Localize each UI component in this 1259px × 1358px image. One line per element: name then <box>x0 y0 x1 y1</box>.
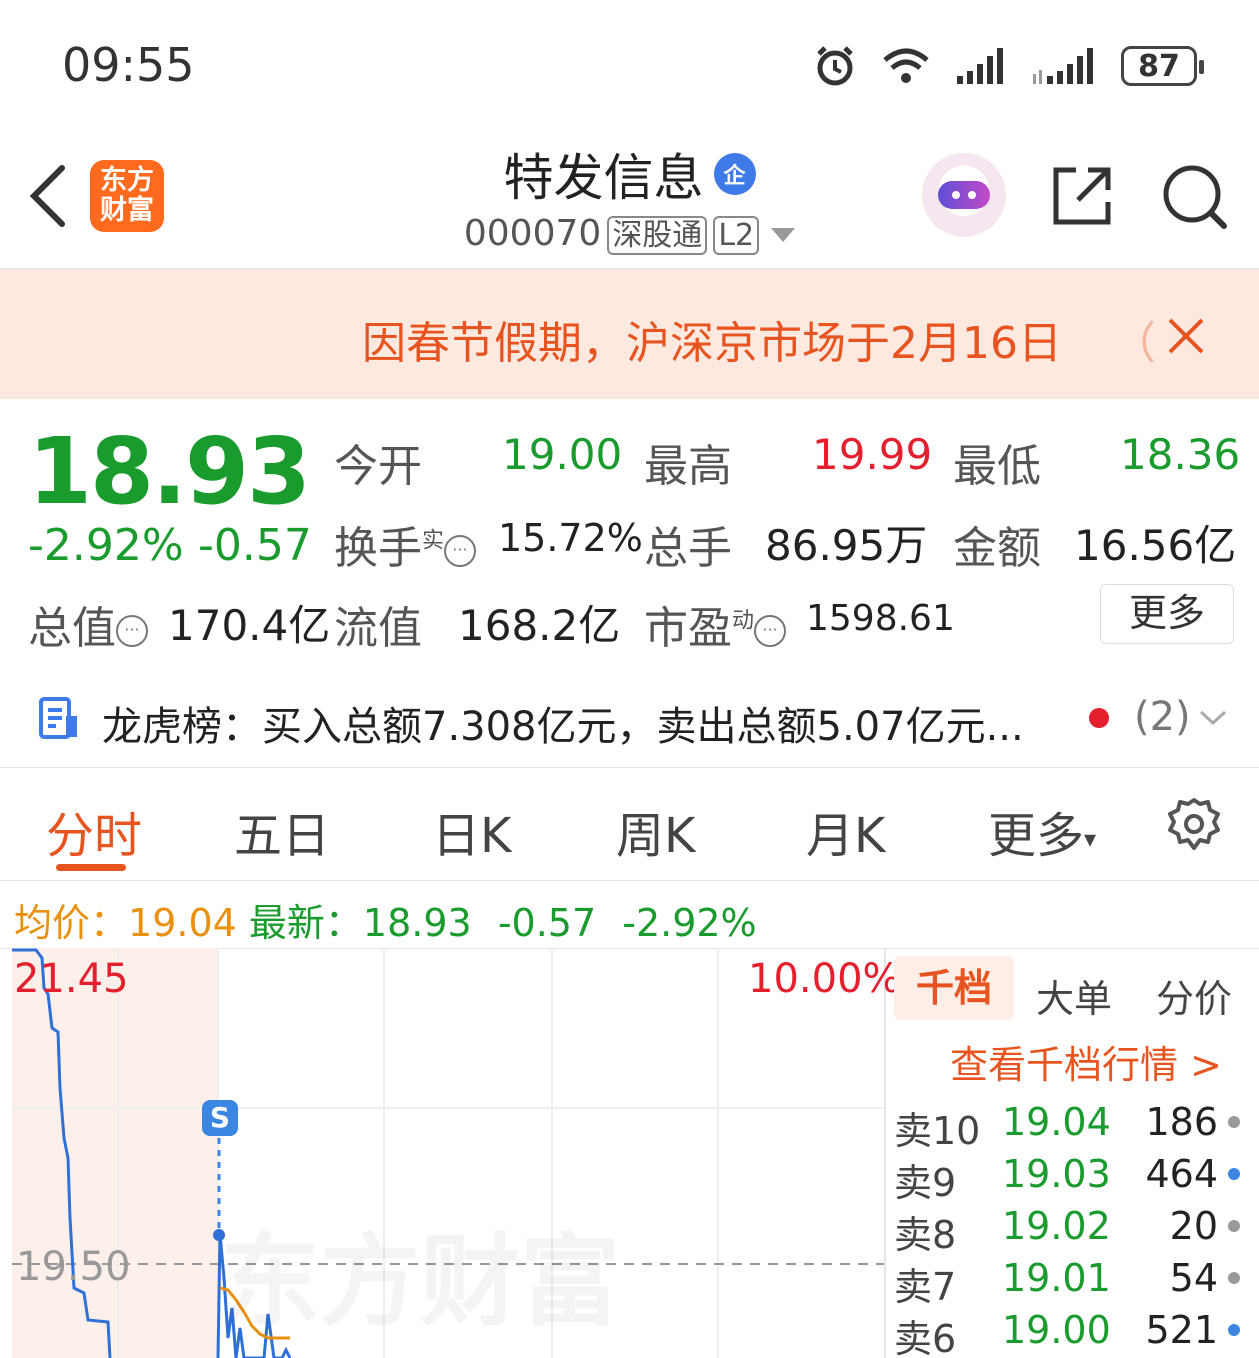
amount-value: 16.56亿 <box>1074 521 1237 570</box>
tab-order-depth[interactable]: 千档 <box>894 956 1014 1020</box>
high-value: 19.99 <box>812 430 933 479</box>
level-tag: L2 <box>713 216 760 255</box>
active-tab-indicator <box>56 864 126 871</box>
alarm-icon <box>817 46 853 86</box>
stock-name: 特发信息 <box>503 149 704 207</box>
signal-icon <box>957 48 1003 84</box>
notice-text: 因春节假期，沪深京市场于2月16日 <box>362 318 1062 369</box>
order-dot <box>1228 1116 1240 1128</box>
share-icon[interactable] <box>1050 164 1114 228</box>
mktcap-value: 170.4亿 <box>168 601 331 650</box>
close-icon[interactable] <box>1166 316 1206 356</box>
watermark: 东方财富 <box>220 1200 620 1345</box>
float-value: 168.2亿 <box>458 601 621 650</box>
order-row: 卖7 19.01 54 <box>894 1256 1254 1309</box>
tab-big-orders[interactable]: 大单 <box>1036 968 1112 1023</box>
notice-paren: （ <box>1112 318 1156 369</box>
order-row: 卖6 19.00 521 <box>894 1308 1254 1358</box>
unread-dot <box>1089 708 1109 728</box>
info-icon[interactable]: ··· <box>754 615 787 647</box>
divider <box>0 880 1259 881</box>
order-row: 卖10 19.04 186 <box>894 1100 1254 1153</box>
info-icon[interactable]: ··· <box>116 615 148 647</box>
turnover-value: 15.72% <box>498 516 643 560</box>
dragon-tiger-count[interactable]: (2) <box>1134 694 1191 740</box>
order-dot <box>1228 1324 1240 1336</box>
app-screen: 09:55 87 东方 财富 特发信息 企 000070 深股通 L2 因春节假… <box>0 0 1259 1358</box>
status-time: 09:55 <box>62 38 195 92</box>
order-dot <box>1228 1220 1240 1232</box>
turnover-label[interactable]: 换手实 ··· <box>334 512 477 576</box>
search-icon[interactable] <box>1160 162 1230 232</box>
pe-value: 1598.61 <box>806 598 955 639</box>
change-abs: -0.57 <box>198 520 312 571</box>
chart-mid-price: 19.50 <box>16 1244 131 1290</box>
float-label: 流值 <box>334 603 422 654</box>
document-icon <box>39 697 77 739</box>
low-value: 18.36 <box>1120 430 1241 479</box>
tab-intraday[interactable]: 分时 <box>46 796 142 866</box>
order-dot <box>1228 1168 1240 1180</box>
chevron-down-icon[interactable] <box>1198 708 1228 728</box>
corp-badge-icon: 企 <box>713 153 756 195</box>
low-label: 最低 <box>953 441 1041 492</box>
connect-tag: 深股通 <box>607 216 708 255</box>
order-row: 卖9 19.03 464 <box>894 1152 1254 1205</box>
ai-assistant-icon[interactable] <box>922 153 1006 237</box>
stock-code: 000070 <box>463 213 602 254</box>
chart-top-price: 21.45 <box>14 956 129 1002</box>
s-marker-icon[interactable]: S <box>202 1100 238 1136</box>
volume-label: 总手 <box>644 523 732 574</box>
gear-icon[interactable] <box>1166 796 1222 852</box>
change-pct: -2.92% <box>28 520 184 571</box>
chart-top-pct: 10.00% <box>748 956 901 1002</box>
volume-value: 86.95万 <box>765 521 928 570</box>
order-row: 卖8 19.02 20 <box>894 1204 1254 1257</box>
avg-latest-row: 均价：19.04 最新：18.93 -0.57 -2.92% <box>14 901 757 945</box>
dragon-tiger-text[interactable]: 龙虎榜：买入总额7.308亿元，卖出总额5.07亿元... <box>102 694 1024 752</box>
tab-daily-k[interactable]: 日K <box>432 796 511 866</box>
high-label: 最高 <box>644 441 732 492</box>
amount-label: 金额 <box>953 523 1041 574</box>
status-icons: 87 <box>813 42 1204 90</box>
dropdown-caret-icon: ▾ <box>1084 825 1097 853</box>
tab-more[interactable]: 更多▾ <box>988 796 1096 866</box>
dropdown-caret-icon[interactable] <box>771 228 796 242</box>
tab-price-distribution[interactable]: 分价 <box>1156 968 1232 1023</box>
mktcap-label[interactable]: 总值 ··· <box>28 592 148 656</box>
tab-weekly-k[interactable]: 周K <box>616 796 695 866</box>
view-depth-link[interactable]: 查看千档行情 > <box>950 1034 1222 1089</box>
current-price: 18.93 <box>28 418 311 525</box>
wifi-icon <box>883 48 929 83</box>
more-button[interactable]: 更多 <box>1100 584 1234 644</box>
signal-icon-2 <box>1033 48 1093 84</box>
order-dot <box>1228 1272 1240 1284</box>
tab-monthly-k[interactable]: 月K <box>806 796 885 866</box>
battery-indicator: 87 <box>1121 46 1204 86</box>
divider <box>0 767 1259 768</box>
tab-five-day[interactable]: 五日 <box>234 796 330 866</box>
info-icon[interactable]: ··· <box>444 535 477 567</box>
open-value: 19.00 <box>502 430 623 479</box>
open-label: 今开 <box>334 441 422 492</box>
pe-label[interactable]: 市盈动 ··· <box>644 592 787 656</box>
